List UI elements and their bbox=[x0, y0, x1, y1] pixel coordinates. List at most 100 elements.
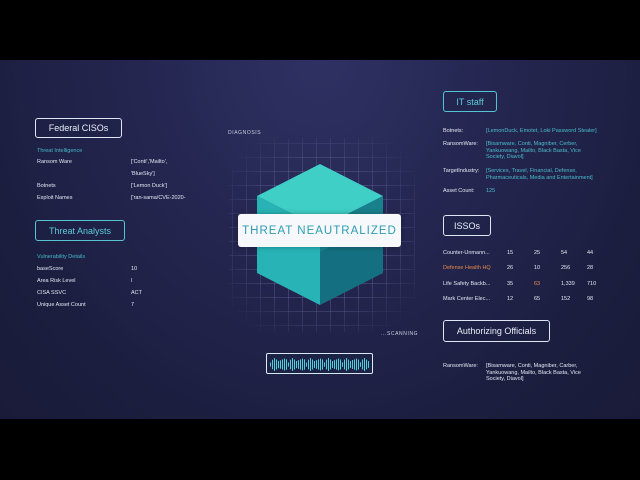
row-name: Counter-Unmann... bbox=[443, 250, 490, 256]
waveform-bar bbox=[302, 358, 303, 371]
threat-analysts-button[interactable]: Threat Analysts bbox=[35, 220, 125, 241]
row-c2: 10 bbox=[534, 265, 541, 271]
it-botnets-label: Botnets: bbox=[443, 128, 464, 134]
asset-count-value: 125 bbox=[486, 188, 496, 194]
row-c1: 15 bbox=[507, 250, 514, 256]
row-c2: 65 bbox=[534, 296, 541, 302]
row-c4: 28 bbox=[587, 265, 594, 271]
waveform-bar bbox=[276, 359, 277, 370]
row-c3: 256 bbox=[561, 265, 571, 271]
ao-ransomware-label: RansomWare: bbox=[443, 363, 478, 369]
waveform-bar bbox=[330, 359, 331, 370]
ransomware-label: Ransom Ware bbox=[37, 159, 72, 165]
waveform-bar bbox=[304, 359, 305, 370]
it-staff-button[interactable]: IT staff bbox=[443, 91, 497, 112]
waveform-bar bbox=[338, 358, 339, 371]
ransomware-value: ['Conti','Mailto', bbox=[131, 159, 168, 165]
waveform-bar bbox=[340, 359, 341, 370]
area-risk-label: Area Risk Level bbox=[37, 278, 76, 284]
unique-asset-count-value: 7 bbox=[131, 302, 135, 308]
waveform-bar bbox=[326, 359, 327, 370]
scan-waveform bbox=[266, 353, 373, 374]
waveform-bar bbox=[324, 362, 325, 367]
area-risk-value: I bbox=[131, 278, 133, 284]
cisa-ssvc-label: CISA SSVC bbox=[37, 290, 67, 296]
vulnerability-details-title: Vulnerability Details bbox=[37, 254, 86, 260]
waveform-bar bbox=[306, 362, 307, 367]
waveform-bar bbox=[290, 359, 291, 370]
waveform-bar bbox=[354, 359, 355, 370]
row-c4: 44 bbox=[587, 250, 594, 256]
waveform-bar bbox=[316, 360, 317, 369]
waveform-bar bbox=[308, 359, 309, 370]
waveform-bar bbox=[292, 358, 293, 371]
waveform-bar bbox=[358, 359, 359, 370]
waveform-bar bbox=[280, 360, 281, 369]
row-c2: 63 bbox=[534, 281, 541, 287]
row-c1: 26 bbox=[507, 265, 514, 271]
waveform-bar bbox=[344, 359, 345, 370]
it-ransomware-label: RansomWare: bbox=[443, 141, 478, 147]
waveform-bar bbox=[270, 362, 271, 367]
waveform-bar bbox=[368, 361, 369, 368]
exploit-names-label: Exploit Names bbox=[37, 195, 73, 201]
waveform-bar bbox=[352, 360, 353, 369]
row-name: Life Safety Backb... bbox=[443, 281, 491, 287]
it-botnets-value: [LemonDuck, Emotet, Loki Password Steale… bbox=[486, 128, 597, 134]
botnets-value: ['Lemon Duck'] bbox=[131, 183, 168, 189]
waveform-bar bbox=[272, 359, 273, 370]
issos-button[interactable]: ISSOs bbox=[443, 215, 491, 236]
diagnosis-label: DIAGNOSIS bbox=[228, 130, 262, 136]
waveform-bar bbox=[282, 359, 283, 370]
target-industry-label: TargetIndustry: bbox=[443, 168, 480, 174]
cisa-ssvc-value: ACT bbox=[131, 290, 142, 296]
waveform-bar bbox=[362, 359, 363, 370]
row-name: Defense Health HQ bbox=[443, 265, 491, 271]
threat-neutralized-banner: THREAT NEAUTRALIZED bbox=[238, 214, 401, 247]
waveform-bar bbox=[346, 358, 347, 371]
waveform-bar bbox=[300, 359, 301, 370]
waveform-bar bbox=[298, 360, 299, 369]
waveform-bar bbox=[318, 359, 319, 370]
waveform-bar bbox=[360, 362, 361, 367]
waveform-bar bbox=[336, 359, 337, 370]
threat-intelligence-title: Threat Intelligence bbox=[37, 148, 83, 154]
waveform-bar bbox=[334, 360, 335, 369]
row-c3: 152 bbox=[561, 296, 571, 302]
federal-cisos-button[interactable]: Federal CISOs bbox=[35, 118, 122, 138]
base-score-label: baseScore bbox=[37, 266, 64, 272]
waveform-bar bbox=[328, 358, 329, 371]
row-name: Mark Center Elec... bbox=[443, 296, 491, 302]
waveform-bar bbox=[286, 359, 287, 370]
dashboard-stage: Federal CISOs Threat Intelligence Ransom… bbox=[0, 60, 640, 419]
asset-count-label: Asset Count: bbox=[443, 188, 475, 194]
waveform-bar bbox=[350, 361, 351, 368]
row-c3: 1,339 bbox=[561, 281, 575, 287]
row-c1: 35 bbox=[507, 281, 514, 287]
waveform-bar bbox=[320, 358, 321, 371]
ransomware-value-cont: 'BlueSky'] bbox=[131, 171, 155, 177]
waveform-bar bbox=[356, 358, 357, 371]
ao-ransomware-value: [Bisamware, Conti, Magniber, Carber, Yan… bbox=[486, 363, 581, 382]
row-c4: 98 bbox=[587, 296, 594, 302]
row-c3: 54 bbox=[561, 250, 568, 256]
it-ransomware-value: [Bisamware, Conti, Magniber, Cerber, Yan… bbox=[486, 141, 581, 160]
waveform-bar bbox=[296, 360, 297, 369]
waveform-bar bbox=[342, 362, 343, 367]
exploit-names-value: ['ran-sama/CVE-2020- bbox=[131, 195, 186, 201]
waveform-bar bbox=[366, 359, 367, 370]
waveform-bar bbox=[288, 362, 289, 367]
waveform-bar bbox=[348, 359, 349, 370]
botnets-label: Botnets bbox=[37, 183, 56, 189]
waveform-bar bbox=[322, 359, 323, 370]
row-c2: 25 bbox=[534, 250, 541, 256]
waveform-bar bbox=[310, 358, 311, 371]
waveform-bar bbox=[274, 358, 275, 371]
base-score-value: 10 bbox=[131, 266, 138, 272]
authorizing-officials-button[interactable]: Authorizing Officials bbox=[443, 320, 550, 342]
unique-asset-count-label: Unique Asset Count bbox=[37, 302, 86, 308]
waveform-bar bbox=[284, 358, 285, 371]
waveform-bar bbox=[294, 359, 295, 370]
waveform-bar bbox=[314, 360, 315, 369]
waveform-bar bbox=[278, 360, 279, 369]
